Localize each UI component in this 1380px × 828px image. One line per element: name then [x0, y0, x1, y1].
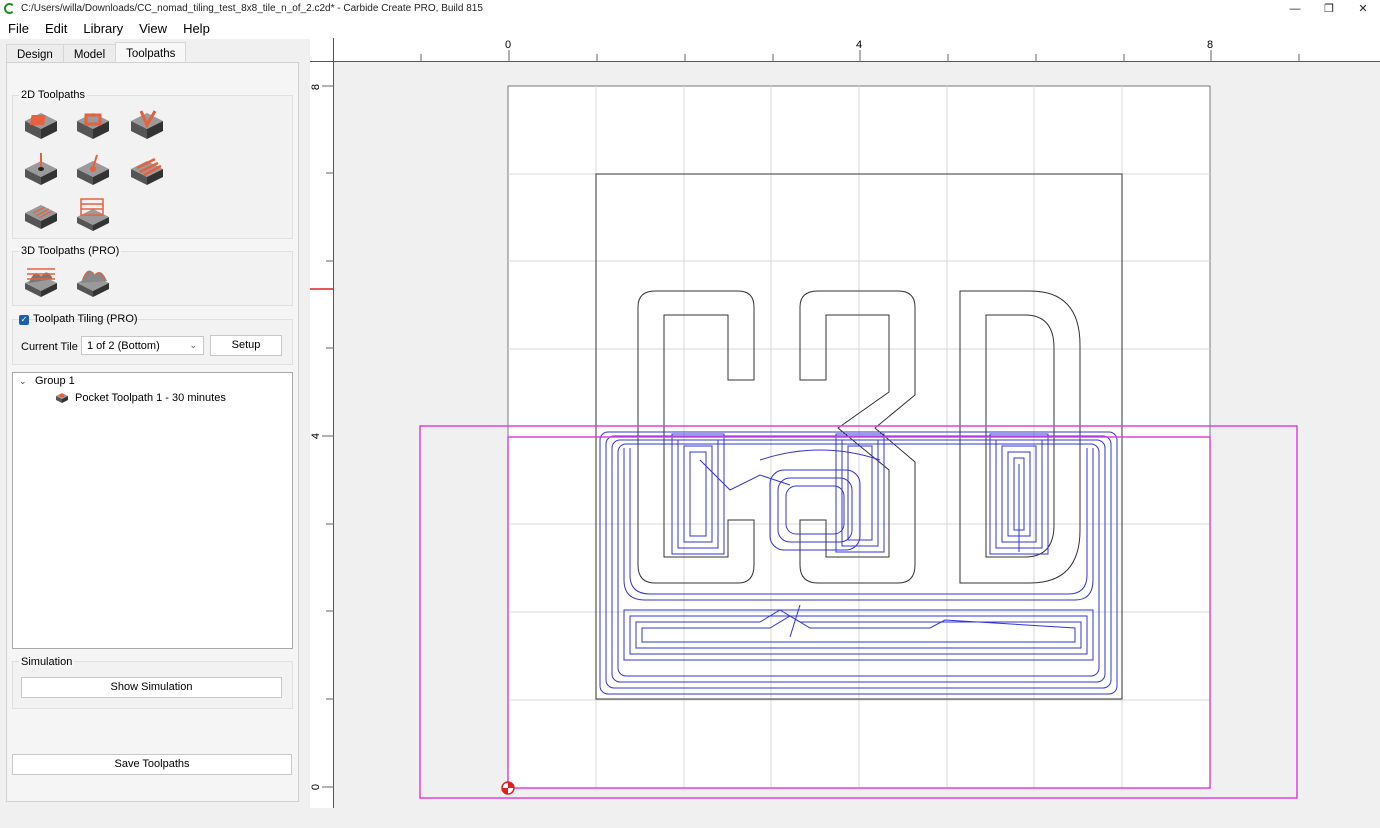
- current-tile-label: Current Tile: [21, 341, 78, 353]
- menu-file[interactable]: File: [2, 21, 35, 36]
- ruler-label-x8: 8: [1207, 39, 1214, 51]
- texture-toolpath-icon[interactable]: [127, 151, 167, 189]
- horizontal-ruler-ticks: [420, 50, 1300, 62]
- rough-3d-icon[interactable]: [21, 261, 61, 299]
- panel-tabs: Design Model Toolpaths: [6, 42, 187, 63]
- contour-toolpath-icon[interactable]: [21, 107, 61, 145]
- ruler-label-x0: 0: [505, 39, 512, 51]
- horizontal-ruler: 0 4 8: [310, 38, 1380, 62]
- ruler-label-y4: 4: [310, 432, 323, 440]
- window-controls: — ❐ ✕: [1278, 0, 1380, 17]
- menu-edit[interactable]: Edit: [39, 21, 73, 36]
- simulation-title: Simulation: [19, 656, 75, 668]
- menu-help[interactable]: Help: [177, 21, 216, 36]
- maximize-button[interactable]: ❐: [1312, 0, 1346, 17]
- tree-group-label[interactable]: Group 1: [35, 375, 75, 387]
- close-button[interactable]: ✕: [1346, 0, 1380, 17]
- menu-library[interactable]: Library: [77, 21, 129, 36]
- current-tile-value: 1 of 2 (Bottom): [87, 340, 160, 352]
- tree-item-pocket-toolpath[interactable]: Pocket Toolpath 1 - 30 minutes: [75, 392, 226, 404]
- app-window: C:/Users/willa/Downloads/CC_nomad_tiling…: [0, 0, 1380, 828]
- finish-3d-icon[interactable]: [73, 261, 113, 299]
- title-bar: C:/Users/willa/Downloads/CC_nomad_tiling…: [0, 0, 1380, 17]
- ruler-label-x4: 4: [856, 39, 863, 51]
- collapse-chevron-icon[interactable]: ⌄: [19, 376, 27, 387]
- origin-marker-icon: [501, 781, 515, 795]
- ruler-label-y8: 8: [310, 83, 323, 91]
- pocket-toolpath-item-icon: [56, 393, 68, 403]
- tab-model[interactable]: Model: [62, 44, 117, 63]
- tab-design[interactable]: Design: [6, 44, 64, 63]
- tiling-label: Toolpath Tiling (PRO): [33, 313, 138, 325]
- vertical-ruler: 8 4 0: [310, 62, 334, 808]
- vcarve-toolpath-icon[interactable]: [127, 107, 167, 145]
- setup-button[interactable]: Setup: [210, 335, 282, 356]
- window-title: C:/Users/willa/Downloads/CC_nomad_tiling…: [21, 3, 483, 14]
- canvas-drawing[interactable]: [335, 63, 1380, 828]
- tiling-checkbox[interactable]: ✓: [19, 315, 29, 325]
- drill-toolpath-icon[interactable]: [21, 151, 61, 189]
- toolpaths-3d-title: 3D Toolpaths (PRO): [19, 245, 122, 257]
- ruler-corner: [310, 38, 334, 62]
- tab-toolpaths[interactable]: Toolpaths: [115, 42, 187, 63]
- toolpath-tree[interactable]: ⌄ Group 1 Pocket Toolpath 1 - 30 minutes: [12, 372, 293, 649]
- toolpaths-panel: 2D Toolpaths 3D Toolpaths (PRO) ✓ Toolpa…: [6, 62, 299, 802]
- advanced-vcarve-icon[interactable]: [73, 151, 113, 189]
- design-canvas[interactable]: [335, 63, 1380, 828]
- menu-view[interactable]: View: [133, 21, 173, 36]
- flatten-toolpath-icon[interactable]: [73, 195, 113, 233]
- pocket-toolpath-icon[interactable]: [73, 107, 113, 145]
- minimize-button[interactable]: —: [1278, 0, 1312, 17]
- chevron-down-icon: ⌄: [189, 340, 197, 350]
- ruler-label-y0: 0: [310, 783, 323, 791]
- app-logo-icon: [4, 3, 15, 14]
- current-tile-select[interactable]: 1 of 2 (Bottom) ⌄: [81, 336, 204, 355]
- surfacing-toolpath-icon[interactable]: [21, 195, 61, 233]
- menu-bar: File Edit Library View Help: [0, 17, 1380, 39]
- toolpaths-2d-title: 2D Toolpaths: [19, 89, 88, 101]
- show-simulation-button[interactable]: Show Simulation: [21, 677, 282, 698]
- save-toolpaths-button[interactable]: Save Toolpaths: [12, 754, 292, 775]
